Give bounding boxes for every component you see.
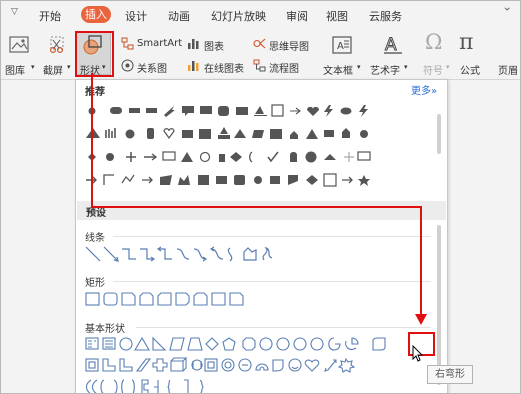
flowchart-icon	[253, 59, 266, 72]
annotation-arrow-segment	[91, 73, 93, 208]
dropdown-arrow-icon[interactable]: ▾	[31, 63, 35, 71]
section-title-lines: 线条	[85, 233, 105, 244]
section-title-recommend: 推荐	[85, 87, 105, 98]
dropdown-arrow-icon[interactable]: ▾	[357, 63, 361, 71]
tab-insert[interactable]: 插入	[81, 6, 111, 23]
app-window: ▽ 开始 插入 设计 动画 幻灯片放映 审阅 视图 云服务 › 图库 ▾ 截屏 …	[0, 0, 521, 394]
online-chart-label[interactable]: 在线图表	[204, 60, 244, 75]
symbol-label[interactable]: 符号	[423, 62, 443, 77]
dropdown-arrow-icon[interactable]: ▾	[446, 63, 450, 71]
online-chart-icon	[188, 61, 199, 71]
scrollbar-thumb[interactable]	[437, 114, 441, 154]
section-title-basic-shapes: 基本形状	[85, 324, 125, 335]
dropdown-arrow-icon[interactable]: ▾	[67, 63, 71, 71]
textbox-icon: A	[332, 36, 352, 54]
wordart-icon: A	[384, 35, 402, 56]
annotation-arrow-segment	[420, 206, 422, 316]
mindmap-icon	[253, 38, 266, 49]
screenshot-label[interactable]: 截屏	[43, 62, 63, 77]
tab-home[interactable]: 开始	[39, 8, 61, 24]
formula-label[interactable]: 公式	[460, 62, 480, 77]
tab-view[interactable]: 视图	[326, 8, 348, 24]
mouse-cursor-icon	[412, 345, 424, 362]
dropdown-arrow-icon[interactable]: ▾	[404, 63, 408, 71]
relation-chart-icon	[121, 59, 134, 72]
more-shapes-link[interactable]: 更多»	[411, 82, 437, 97]
dropdown-caret-icon[interactable]: ▽	[11, 7, 18, 17]
flowchart-label[interactable]: 流程图	[269, 60, 299, 75]
svg-text:A: A	[337, 41, 344, 52]
annotation-arrowhead-icon	[415, 314, 427, 325]
tab-slideshow[interactable]: 幻灯片放映	[211, 8, 266, 24]
divider	[113, 281, 431, 282]
shape-tooltip: 右弯形	[427, 365, 473, 384]
tab-animation[interactable]: 动画	[168, 8, 190, 24]
divider	[113, 236, 431, 237]
chart-icon	[188, 39, 199, 49]
relation-chart-label[interactable]: 关系图	[137, 60, 167, 75]
tab-design[interactable]: 设计	[125, 8, 147, 24]
symbol-omega-icon: Ω	[425, 30, 443, 54]
smartart-label[interactable]: SmartArt	[137, 38, 182, 49]
recommended-shapes-grid[interactable]	[84, 100, 434, 200]
chart-label[interactable]: 图表	[204, 38, 224, 53]
line-shapes-row[interactable]	[84, 244, 424, 266]
rectangle-shapes-row[interactable]	[84, 290, 424, 310]
formula-pi-icon: π	[459, 30, 474, 55]
wordart-label[interactable]: 艺术字	[370, 62, 400, 77]
gallery-label[interactable]: 图库	[5, 62, 25, 77]
scrollbar-thumb[interactable]	[437, 225, 441, 385]
tab-cloud-service[interactable]: 云服务	[369, 8, 402, 24]
chevron-icon[interactable]: ›	[500, 7, 514, 12]
screenshot-scissors-icon	[49, 36, 64, 54]
divider	[136, 327, 431, 328]
shapes-gallery-panel: 推荐 更多» 预设 线条 矩形 基本形状	[75, 79, 448, 394]
annotation-highlight-shape-button	[75, 31, 114, 77]
annotation-arrow-segment	[91, 206, 422, 208]
menu-bar: ▽ 开始 插入 设计 动画 幻灯片放映 审阅 视图 云服务 ›	[1, 1, 520, 31]
smartart-icon	[121, 37, 134, 50]
svg-text:A: A	[385, 35, 397, 55]
section-title-rectangles: 矩形	[85, 278, 105, 289]
basic-shapes-grid[interactable]	[84, 335, 434, 394]
gallery-icon	[9, 36, 29, 53]
mindmap-label[interactable]: 思维导图	[269, 38, 309, 53]
tab-review[interactable]: 审阅	[286, 8, 308, 24]
textbox-label[interactable]: 文本框	[323, 62, 353, 77]
preset-section-bar: 预设	[77, 201, 446, 220]
header-footer-label[interactable]: 页眉	[498, 62, 518, 77]
